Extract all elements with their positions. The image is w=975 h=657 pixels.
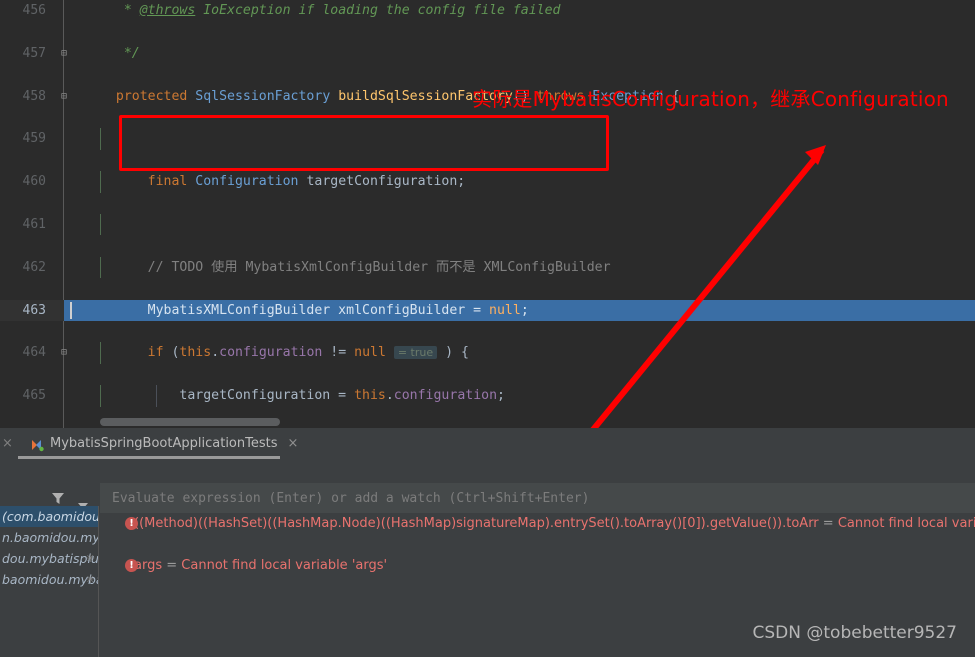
code-line[interactable]: 456 * @throws IoException if loading the… [0, 0, 975, 21]
variable-name: args [134, 558, 163, 573]
line-number: 463 [22, 302, 46, 318]
code-line[interactable]: 462 // TODO 使用 MybatisXmlConfigBuilder 而… [0, 256, 975, 279]
annotation-text: 实际是MybatisConfiguration，继承Configuration [472, 87, 949, 111]
watermark: CSDN @tobebetter9527 [752, 623, 957, 643]
list-item-label: n.baomidou.myba [2, 530, 99, 545]
list-item[interactable]: dou.mybatisplus.e ✳ [0, 548, 98, 569]
editor-horizontal-scrollbar[interactable] [64, 418, 975, 426]
code-content: targetConfiguration = this.configuration… [100, 388, 505, 404]
tab-label: MybatisSpringBootApplicationTests [50, 436, 278, 451]
code-line-current[interactable]: 463 MybatisXMLConfigBuilder xmlConfigBui… [0, 299, 975, 321]
line-number: 461 [22, 216, 46, 232]
code-line[interactable]: 464 ⊟ if (this.configuration != null = t… [0, 342, 975, 364]
code-line[interactable]: 460 final Configuration targetConfigurat… [0, 171, 975, 193]
code-content: final Configuration targetConfiguration; [100, 174, 466, 190]
variable-row[interactable]: ! args = Cannot find local variable 'arg… [0, 555, 975, 576]
code-line[interactable]: 461 [0, 213, 975, 236]
tab-mybatis-spring-boot-application-tests[interactable]: MybatisSpringBootApplicationTests × [22, 428, 306, 459]
fold-collapse-icon[interactable]: ⊟ [56, 86, 72, 107]
tab-close-icon[interactable]: × [288, 436, 299, 451]
code-line[interactable]: 459 [0, 128, 975, 150]
variables-list[interactable]: ! ((Method)((HashSet)((HashMap.Node)((Ha… [0, 513, 975, 657]
scrollbar-thumb[interactable] [100, 418, 280, 426]
equals-sign: = [166, 558, 178, 573]
list-item-label: (com.baomidou.m [2, 509, 99, 524]
close-icon[interactable]: × [2, 436, 13, 451]
variable-value: Cannot find local variable 'signatureM [837, 516, 975, 531]
star-icon: ✳ [85, 552, 95, 565]
error-icon: ! [125, 517, 138, 530]
error-icon: ! [125, 559, 138, 572]
code-editor[interactable]: 456 * @throws IoException if loading the… [0, 0, 975, 428]
frames-popup-list[interactable]: (com.baomidou.m n.baomidou.myba dou.myba… [0, 506, 99, 657]
variable-value: Cannot find local variable 'args' [181, 558, 388, 573]
code-content: * @throws IoException if loading the con… [100, 3, 561, 18]
line-number: 464 [22, 345, 46, 361]
equals-sign: = [822, 516, 834, 531]
code-content: */ [100, 45, 140, 61]
code-line[interactable]: 457 ⊟ */ [0, 43, 975, 64]
run-test-icon [30, 437, 44, 451]
line-number: 457 [22, 45, 46, 61]
code-content: if (this.configuration != null = true ) … [100, 345, 469, 361]
line-number: 465 [22, 388, 46, 404]
line-number: 459 [22, 131, 46, 147]
inline-value-hint: = true [393, 346, 438, 360]
run-tab-bar[interactable]: × MybatisSpringBootApplicationTests × [0, 428, 975, 459]
list-item[interactable]: n.baomidou.myba [0, 527, 98, 548]
line-number: 458 [22, 88, 46, 104]
code-line[interactable]: 465 targetConfiguration = this.configura… [0, 385, 975, 407]
code-content: // TODO 使用 MybatisXmlConfigBuilder 而不是 X… [100, 259, 611, 275]
evaluate-expression-input[interactable]: Evaluate expression (Enter) or add a wat… [100, 483, 975, 513]
line-number: 456 [22, 3, 46, 18]
star-icon: ✳ [85, 573, 95, 586]
list-item[interactable]: baomidou.mybat ✳ [0, 569, 98, 590]
fold-minus-icon[interactable]: ⊟ [56, 43, 72, 64]
variable-name: ((Method)((HashSet)((HashMap.Node)((Hash… [134, 516, 819, 531]
line-number: 460 [22, 174, 46, 190]
text-caret [70, 301, 72, 319]
list-item-label: dou.mybatisplus.e [2, 551, 99, 566]
line-number: 462 [22, 259, 46, 275]
list-item[interactable]: (com.baomidou.m [0, 506, 98, 527]
code-content: MybatisXMLConfigBuilder xmlConfigBuilder… [100, 302, 529, 318]
variable-row[interactable]: ! ((Method)((HashSet)((HashMap.Node)((Ha… [0, 513, 975, 534]
list-item-label: baomidou.mybat [2, 572, 99, 587]
ide-window: 456 * @throws IoException if loading the… [0, 0, 975, 657]
fold-minus-icon[interactable]: ⊟ [56, 342, 72, 363]
watch-input-placeholder: Evaluate expression (Enter) or add a wat… [112, 490, 590, 506]
